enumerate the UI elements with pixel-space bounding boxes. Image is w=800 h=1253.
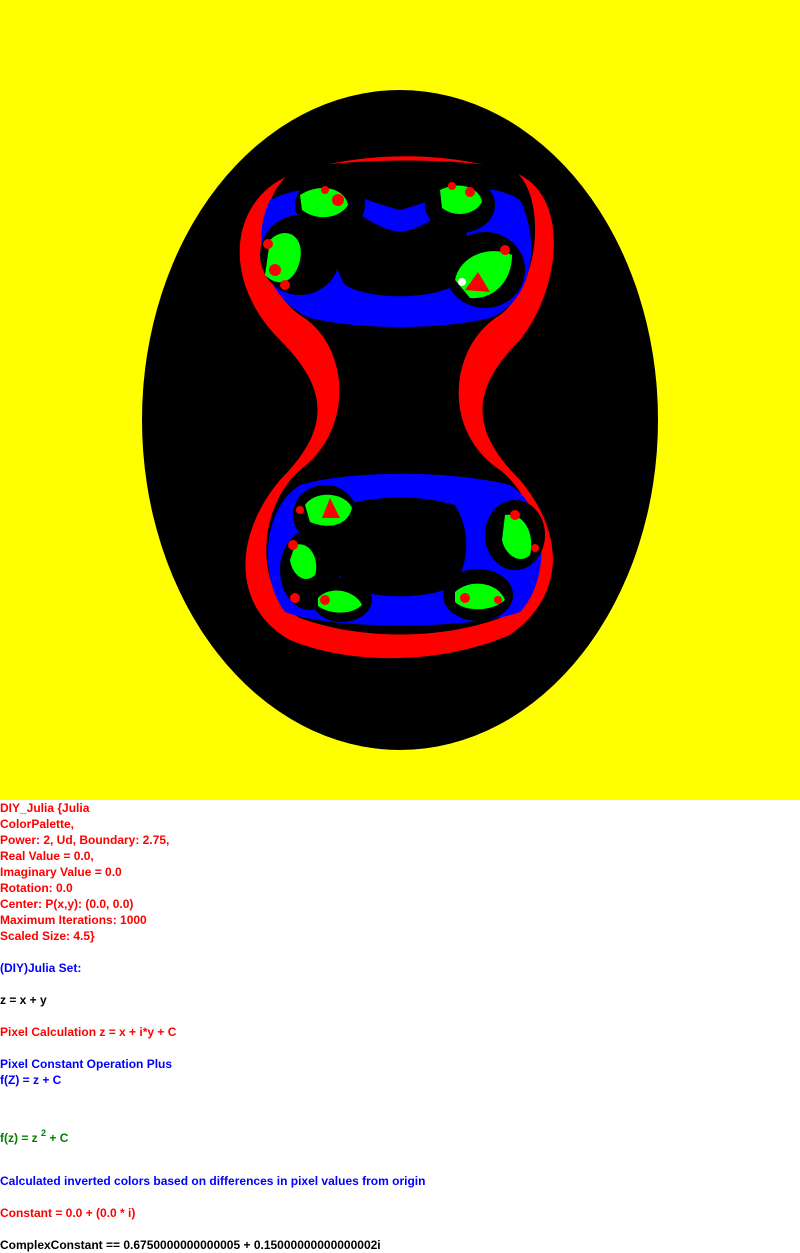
pixel-constant-operation: Pixel Constant Operation Plus [0, 1057, 173, 1071]
lower-bottom-bulb [312, 578, 372, 622]
upper-right-bulb-top [425, 177, 495, 233]
param-power-boundary: Power: 2, Ud, Boundary: 2.75, [0, 833, 170, 847]
param-real-value: Real Value = 0.0, [0, 849, 94, 863]
upper-top-bulb [295, 177, 365, 233]
constant-line: Constant = 0.0 + (0.0 * i) [0, 1206, 136, 1220]
upper-right-bulb [445, 232, 525, 308]
param-max-iterations: Maximum Iterations: 1000 [0, 913, 147, 927]
param-scaled-size: Scaled Size: 4.5} [0, 929, 95, 943]
fz-power-formula: f(z) = z 2 + C [0, 1126, 68, 1145]
julia-set-image [0, 0, 800, 800]
fz-tail: + C [46, 1131, 69, 1145]
fz-base: f(z) = z [0, 1131, 41, 1145]
fz-plus-formula: f(Z) = z + C [0, 1073, 62, 1087]
param-center: Center: P(x,y): (0.0, 0.0) [0, 897, 134, 911]
param-imaginary-value: Imaginary Value = 0.0 [0, 865, 122, 879]
param-formula-name: DIY_Julia {Julia [0, 801, 90, 815]
pixel-calculation: Pixel Calculation z = x + i*y + C [0, 1025, 177, 1039]
colors-note: Calculated inverted colors based on diff… [0, 1174, 426, 1188]
z-definition: z = x + y [0, 993, 47, 1007]
param-rotation: Rotation: 0.0 [0, 881, 73, 895]
lower-right-bulb [485, 500, 545, 570]
complex-constant-line: ComplexConstant == 0.6750000000000005 + … [0, 1238, 381, 1252]
lower-right-bottom-bulb [443, 569, 513, 621]
set-title: (DIY)Julia Set: [0, 961, 82, 975]
param-palette: ColorPalette, [0, 817, 75, 831]
